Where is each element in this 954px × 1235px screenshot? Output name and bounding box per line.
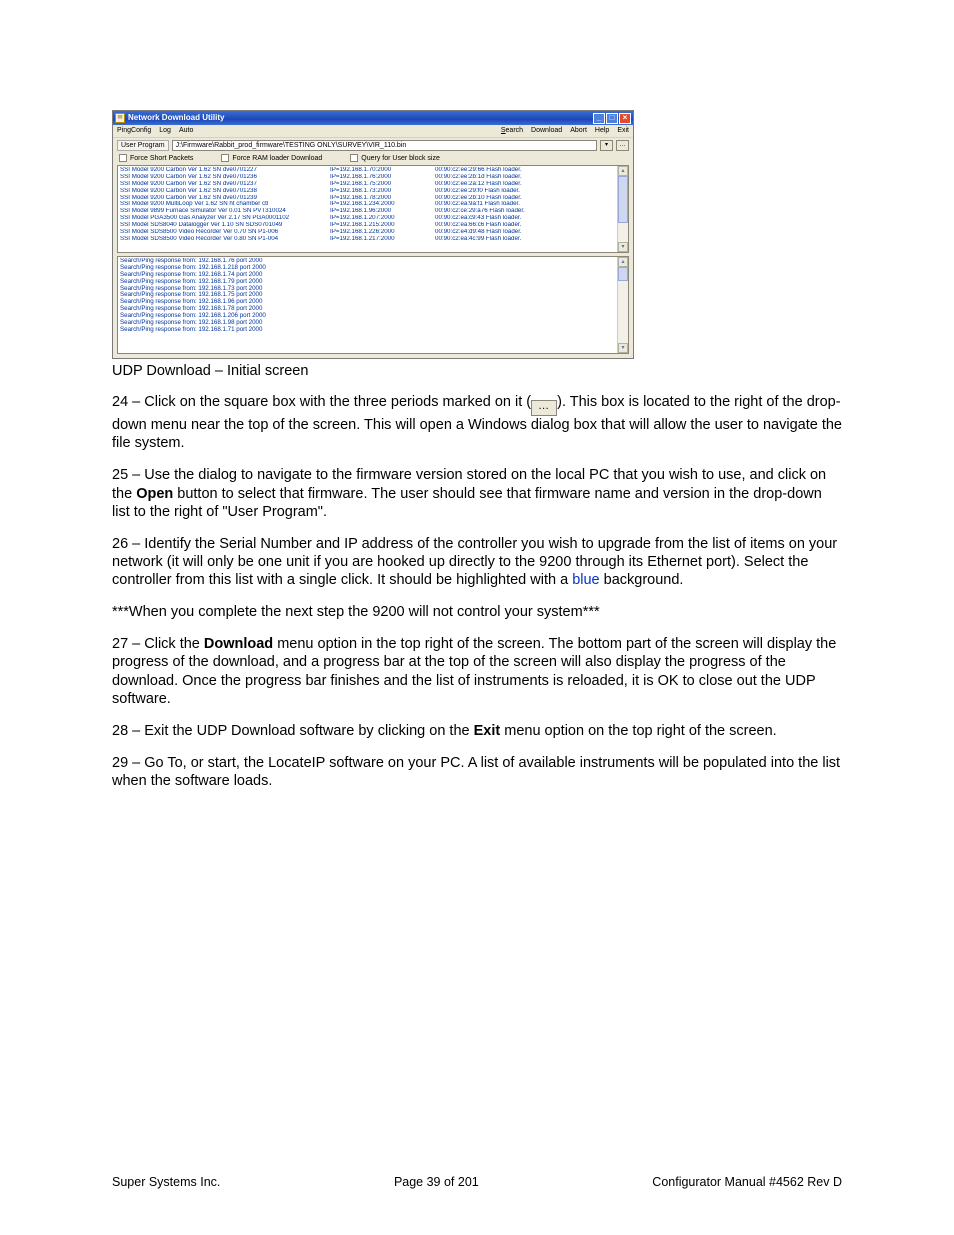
user-program-dropdown[interactable]: ▾ — [600, 140, 613, 151]
check-force-short-packets[interactable]: Force Short Packets — [119, 154, 193, 162]
close-icon[interactable]: × — [619, 113, 631, 124]
menu-help[interactable]: Help — [595, 127, 609, 135]
step-25: 25 – Use the dialog to navigate to the f… — [112, 466, 842, 520]
menu-exit[interactable]: Exit — [617, 127, 629, 135]
device-list-row[interactable]: SSI Model SDS8040 Datalogger Ver 1.10 SN… — [120, 222, 616, 229]
device-list-scrollbar[interactable]: ▴ ▾ — [617, 166, 628, 252]
step-27: 27 – Click the Download menu option in t… — [112, 635, 842, 708]
scroll-down-icon[interactable]: ▾ — [618, 242, 628, 252]
check-force-ram-loader[interactable]: Force RAM loader Download — [221, 154, 322, 162]
device-list-row[interactable]: SSI Model 9200 Carbon Ver 1.62 SN dve070… — [120, 167, 616, 174]
udp-download-screenshot: ✉ Network Download Utility _ □ × PingCon… — [112, 110, 634, 359]
step-26: 26 – Identify the Serial Number and IP a… — [112, 535, 842, 589]
device-list-row[interactable]: SSI Model 9899 Furnace Simulator Ver 0.0… — [120, 208, 616, 215]
user-program-row: User Program J:\Firmware\Rabbit_prod_fir… — [113, 138, 633, 154]
menu-bar: PingConfig Log Auto Search Download Abor… — [113, 125, 633, 138]
page-footer: Super Systems Inc. Page 39 of 201 Config… — [112, 1175, 842, 1189]
menu-search[interactable]: Search — [501, 127, 523, 135]
scroll-up-icon[interactable]: ▴ — [618, 166, 628, 176]
device-list-row[interactable]: SSI Model 9200 Carbon Ver 1.62 SN dve070… — [120, 181, 616, 188]
log-pane[interactable]: Search/Ping response from: 192.168.1.76 … — [117, 256, 629, 354]
device-list-row[interactable]: SSI Model PGA3500 Gas Analyzer Ver 2.17 … — [120, 215, 616, 222]
maximize-icon[interactable]: □ — [606, 113, 618, 124]
scroll-up-icon[interactable]: ▴ — [618, 257, 628, 267]
browse-button[interactable]: … — [616, 140, 629, 151]
device-list-pane[interactable]: SSI Model 9200 Carbon Ver 1.62 SN dve070… — [117, 165, 629, 253]
step-29: 29 – Go To, or start, the LocateIP softw… — [112, 754, 842, 790]
device-list-row[interactable]: SSI Model SDS8500 Video Recorder Ver 0.7… — [120, 229, 616, 236]
log-row: Search/Ping response from: 192.168.1.71 … — [120, 327, 616, 334]
options-row: Force Short Packets Force RAM loader Dow… — [113, 153, 633, 165]
scroll-down-icon[interactable]: ▾ — [618, 343, 628, 353]
log-scrollbar[interactable]: ▴ ▾ — [617, 257, 628, 353]
menu-log[interactable]: Log — [159, 127, 171, 135]
app-icon: ✉ — [115, 113, 125, 123]
figure-caption: UDP Download – Initial screen — [112, 363, 842, 379]
warning-line: ***When you complete the next step the 9… — [112, 603, 842, 621]
footer-left: Super Systems Inc. — [112, 1175, 220, 1189]
step-24: 24 – Click on the square box with the th… — [112, 393, 842, 452]
window-titlebar: ✉ Network Download Utility _ □ × — [113, 111, 633, 125]
device-list-row[interactable]: SSI Model 9200 MultiLoop Ver 1.62 SN ht … — [120, 201, 616, 208]
device-list-row[interactable]: SSI Model 9200 Carbon Ver 1.62 SN dve070… — [120, 188, 616, 195]
user-program-label: User Program — [117, 140, 169, 152]
window-title: Network Download Utility — [128, 114, 224, 123]
footer-center: Page 39 of 201 — [394, 1175, 479, 1189]
device-list-row[interactable]: SSI Model 9200 Carbon Ver 1.62 SN dve070… — [120, 195, 616, 202]
minimize-icon[interactable]: _ — [593, 113, 605, 124]
check-query-user-block[interactable]: Query for User block size — [350, 154, 440, 162]
menu-abort[interactable]: Abort — [570, 127, 587, 135]
step-28: 28 – Exit the UDP Download software by c… — [112, 722, 842, 740]
footer-right: Configurator Manual #4562 Rev D — [652, 1175, 842, 1189]
menu-download[interactable]: Download — [531, 127, 562, 135]
user-program-input[interactable]: J:\Firmware\Rabbit_prod_firmware\TESTING… — [172, 140, 597, 151]
device-list-row[interactable]: SSI Model 9200 Carbon Ver 1.62 SN dve070… — [120, 174, 616, 181]
ellipsis-button-inline: … — [531, 400, 557, 416]
menu-auto[interactable]: Auto — [179, 127, 193, 135]
menu-pingconfig[interactable]: PingConfig — [117, 127, 151, 135]
device-list-row[interactable]: SSI Model SDS8500 Video Recorder Ver 0.8… — [120, 236, 616, 243]
